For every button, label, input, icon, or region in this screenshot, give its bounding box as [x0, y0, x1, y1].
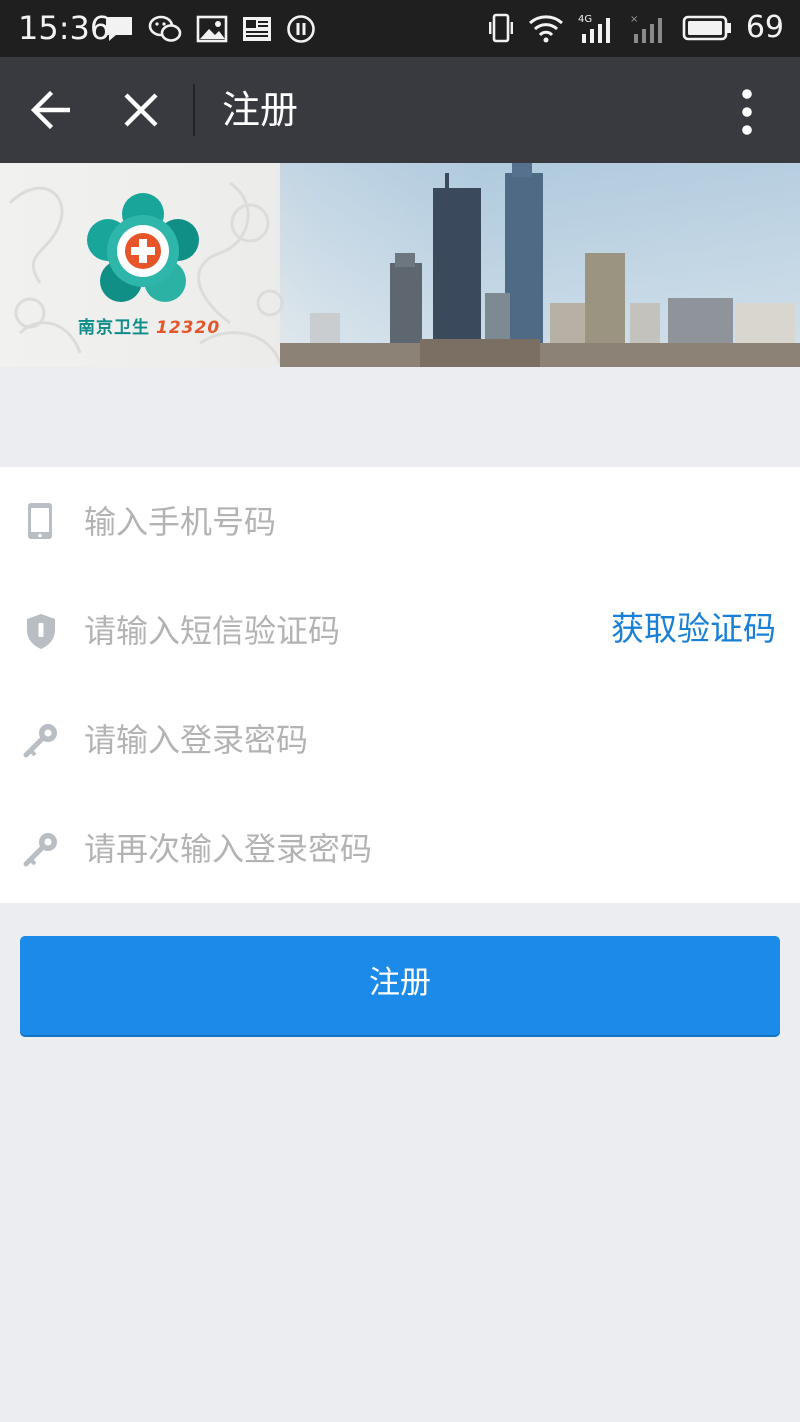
signal-4g-icon: 4G — [578, 14, 610, 43]
news-icon — [243, 17, 271, 41]
sms-code-row: 获取验证码 — [0, 576, 800, 685]
wifi-icon — [528, 15, 563, 43]
confirm-password-row — [0, 794, 800, 903]
notification-icons — [104, 12, 316, 46]
phone-row — [0, 467, 800, 576]
city-skyline — [280, 163, 800, 367]
image-icon — [196, 15, 228, 43]
message-icon — [106, 17, 132, 41]
logo-flower — [87, 193, 199, 302]
more-vertical-icon[interactable] — [735, 87, 759, 137]
sms-code-input[interactable] — [84, 576, 584, 685]
header-banner: 南京卫生 12320 — [0, 163, 800, 367]
shield-icon — [27, 614, 55, 649]
battery-percent: 69 — [745, 10, 784, 45]
get-code-button[interactable]: 获取验证码 — [611, 606, 776, 652]
wechat-icon — [148, 15, 182, 42]
phone-icon — [28, 503, 52, 539]
register-form: 获取验证码 — [0, 467, 800, 903]
password-row — [0, 685, 800, 794]
logo-number: 12320 — [156, 318, 221, 338]
title-divider — [193, 84, 195, 136]
arrow-left-icon[interactable] — [30, 90, 72, 130]
logo-name: 南京卫生 — [78, 318, 150, 338]
register-button[interactable]: 注册 — [20, 936, 780, 1035]
battery-icon — [682, 15, 731, 41]
key-icon — [23, 833, 57, 867]
logo-text: 南京卫生 12320 — [78, 313, 220, 338]
page-title: 注册 — [222, 88, 299, 132]
svg-text:×: × — [630, 14, 638, 25]
key-icon — [23, 724, 57, 758]
status-time: 15:36 — [18, 9, 111, 47]
system-icons: 4G × 69 — [488, 8, 784, 48]
confirm-password-input[interactable] — [84, 794, 584, 903]
title-bar: 注册 — [0, 57, 800, 163]
vibrate-icon — [488, 13, 513, 43]
close-icon[interactable] — [122, 91, 160, 129]
status-bar: 15:36 4G × 69 — [0, 0, 800, 57]
password-input[interactable] — [84, 685, 584, 794]
phone-input[interactable] — [84, 467, 584, 576]
pause-icon — [287, 15, 315, 43]
svg-text:4G: 4G — [578, 14, 592, 25]
signal-icon: × — [630, 14, 662, 43]
